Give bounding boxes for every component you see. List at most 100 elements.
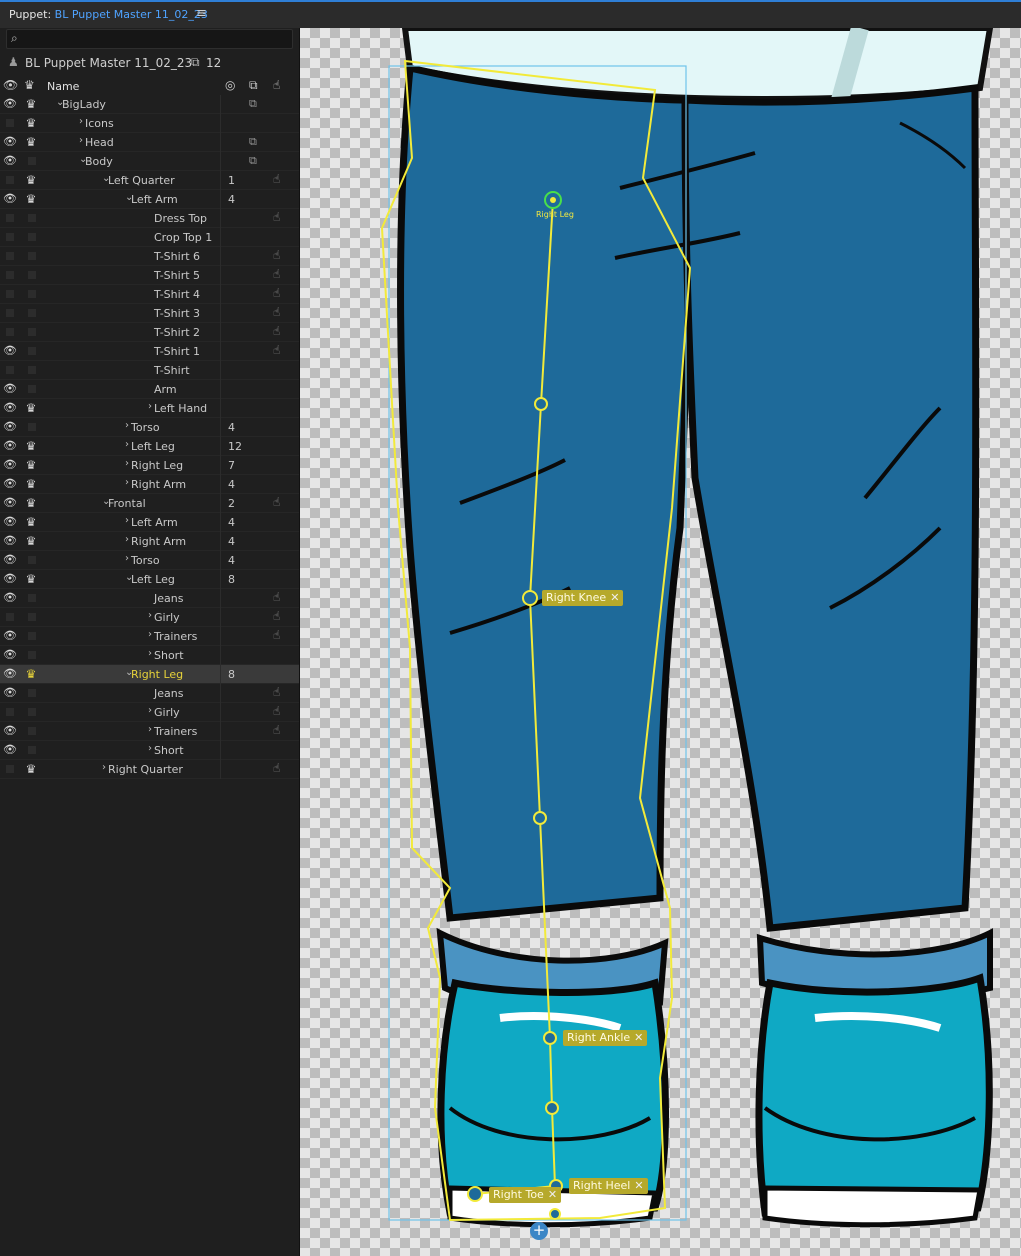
layer-row[interactable]: 👁 ♛ ⌄ BigLady ⧉ — [0, 95, 299, 114]
crown-off-toggle[interactable] — [23, 686, 39, 700]
crown-icon[interactable]: ♛ — [23, 762, 39, 776]
eye-off-toggle[interactable] — [3, 268, 17, 282]
crown-off-toggle[interactable] — [23, 344, 39, 358]
close-icon[interactable]: ✕ — [634, 1179, 643, 1192]
crown-off-toggle[interactable] — [23, 230, 39, 244]
layer-row[interactable]: Dress Top ☝ — [0, 209, 299, 228]
crown-off-toggle[interactable] — [23, 306, 39, 320]
layer-row[interactable]: 👁 › Trainers ☝ — [0, 722, 299, 741]
layer-row[interactable]: T-Shirt 5 ☝ — [0, 266, 299, 285]
layer-row[interactable]: T-Shirt 4 ☝ — [0, 285, 299, 304]
camera-header-icon[interactable]: ⧉ — [249, 78, 258, 93]
crown-icon[interactable]: ♛ — [23, 439, 39, 453]
eye-icon[interactable]: 👁 — [3, 477, 17, 491]
crown-icon[interactable]: ♛ — [23, 116, 39, 130]
eye-icon[interactable]: 👁 — [3, 382, 17, 396]
layer-row[interactable]: › Girly ☝ — [0, 703, 299, 722]
eye-off-toggle[interactable] — [3, 249, 17, 263]
eye-icon[interactable]: 👁 — [3, 154, 17, 168]
layer-row[interactable]: 👁 T-Shirt 1 ☝ — [0, 342, 299, 361]
target-header-icon[interactable]: ◎ — [225, 78, 235, 92]
right-toe-tag[interactable]: Right Toe ✕ — [489, 1187, 562, 1203]
right-heel-tag[interactable]: Right Heel ✕ — [569, 1178, 648, 1194]
layer-row[interactable]: 👁 ♛ › Right Arm 4 — [0, 475, 299, 494]
hand-icon[interactable]: ☝ — [273, 286, 280, 300]
eye-icon[interactable]: 👁 — [3, 724, 17, 738]
eye-icon[interactable]: 👁 — [3, 515, 17, 529]
layer-row[interactable]: 👁 Jeans ☝ — [0, 684, 299, 703]
crown-icon[interactable]: ♛ — [23, 401, 39, 415]
camera-icon[interactable]: ⧉ — [249, 97, 257, 111]
layer-row[interactable]: 👁 ♛ ⌄ Frontal 2 ☝ — [0, 494, 299, 513]
right-ankle-tag[interactable]: Right Ankle ✕ — [563, 1030, 648, 1046]
layer-row[interactable]: 👁 Jeans ☝ — [0, 589, 299, 608]
crown-off-toggle[interactable] — [23, 591, 39, 605]
crown-icon[interactable]: ♛ — [23, 173, 39, 187]
eye-off-toggle[interactable] — [3, 230, 17, 244]
crown-icon[interactable]: ♛ — [23, 496, 39, 510]
crown-off-toggle[interactable] — [23, 724, 39, 738]
layer-row[interactable]: T-Shirt — [0, 361, 299, 380]
hand-icon[interactable]: ☝ — [273, 267, 280, 281]
eye-icon[interactable]: 👁 — [3, 591, 17, 605]
eye-off-toggle[interactable] — [3, 173, 17, 187]
eye-off-toggle[interactable] — [3, 705, 17, 719]
layer-row[interactable]: 👁 ♛ › Left Hand — [0, 399, 299, 418]
crown-off-toggle[interactable] — [23, 553, 39, 567]
name-column-header[interactable]: Name — [47, 80, 79, 93]
eye-off-toggle[interactable] — [3, 325, 17, 339]
crown-off-toggle[interactable] — [23, 629, 39, 643]
search-input[interactable]: ⌕ — [6, 29, 293, 49]
layer-row[interactable]: 👁 › Trainers ☝ — [0, 627, 299, 646]
hand-icon[interactable]: ☝ — [273, 343, 280, 357]
eye-off-toggle[interactable] — [3, 610, 17, 624]
camera-icon[interactable]: ⧉ — [249, 135, 257, 149]
eye-icon[interactable]: 👁 — [3, 458, 17, 472]
eye-off-toggle[interactable] — [3, 116, 17, 130]
hand-icon[interactable]: ☝ — [273, 305, 280, 319]
close-icon[interactable]: ✕ — [610, 591, 619, 604]
crown-off-toggle[interactable] — [23, 610, 39, 624]
close-icon[interactable]: ✕ — [548, 1188, 557, 1201]
crown-off-toggle[interactable] — [23, 249, 39, 263]
eye-off-toggle[interactable] — [3, 363, 17, 377]
add-handle-button[interactable]: + — [530, 1222, 548, 1240]
layer-row[interactable]: 👁 ♛ › Right Leg 7 — [0, 456, 299, 475]
layer-row[interactable]: T-Shirt 2 ☝ — [0, 323, 299, 342]
eye-off-toggle[interactable] — [3, 211, 17, 225]
eye-icon[interactable]: 👁 — [3, 192, 17, 206]
hand-icon[interactable]: ☝ — [273, 210, 280, 224]
layer-row[interactable]: ♛ › Icons — [0, 114, 299, 133]
eye-icon[interactable]: 👁 — [3, 629, 17, 643]
layer-row[interactable]: T-Shirt 3 ☝ — [0, 304, 299, 323]
puppet-root-row[interactable]: ♟ BL Puppet Master 11_02_23 ⧉ 12 — [0, 52, 299, 72]
crown-off-toggle[interactable] — [23, 325, 39, 339]
hand-icon[interactable]: ☝ — [273, 248, 280, 262]
eye-off-toggle[interactable] — [3, 306, 17, 320]
layer-row[interactable]: › Girly ☝ — [0, 608, 299, 627]
crown-icon[interactable]: ♛ — [23, 572, 39, 586]
hand-icon[interactable]: ☝ — [273, 723, 280, 737]
crown-off-toggle[interactable] — [23, 648, 39, 662]
handle-right-leg[interactable] — [544, 191, 562, 209]
hand-icon[interactable]: ☝ — [273, 590, 280, 604]
crown-off-toggle[interactable] — [23, 705, 39, 719]
eye-icon[interactable]: 👁 — [3, 401, 17, 415]
hamburger-icon[interactable]: ≡ — [196, 6, 207, 21]
crown-icon[interactable]: ♛ — [23, 477, 39, 491]
layer-row[interactable]: 👁 › Short — [0, 646, 299, 665]
eye-icon[interactable]: 👁 — [3, 439, 17, 453]
layer-row[interactable]: 👁 ♛ › Right Arm 4 — [0, 532, 299, 551]
hand-icon[interactable]: ☝ — [273, 495, 280, 509]
crown-icon[interactable]: ♛ — [23, 192, 39, 206]
eye-icon[interactable]: 👁 — [3, 648, 17, 662]
layer-row[interactable]: 👁 ♛ › Left Leg 12 — [0, 437, 299, 456]
eye-icon[interactable]: 👁 — [3, 686, 17, 700]
hand-icon[interactable]: ☝ — [273, 704, 280, 718]
crown-off-toggle[interactable] — [23, 154, 39, 168]
camera-icon[interactable]: ⧉ — [249, 154, 257, 168]
scene-canvas[interactable]: Right Leg Right Knee ✕ Right Ankle ✕ Right… — [300, 28, 1021, 1256]
layer-row[interactable]: 👁 ♛ ⌄ Left Leg 8 — [0, 570, 299, 589]
close-icon[interactable]: ✕ — [634, 1031, 643, 1044]
layer-row[interactable]: 👁 › Torso 4 — [0, 418, 299, 437]
